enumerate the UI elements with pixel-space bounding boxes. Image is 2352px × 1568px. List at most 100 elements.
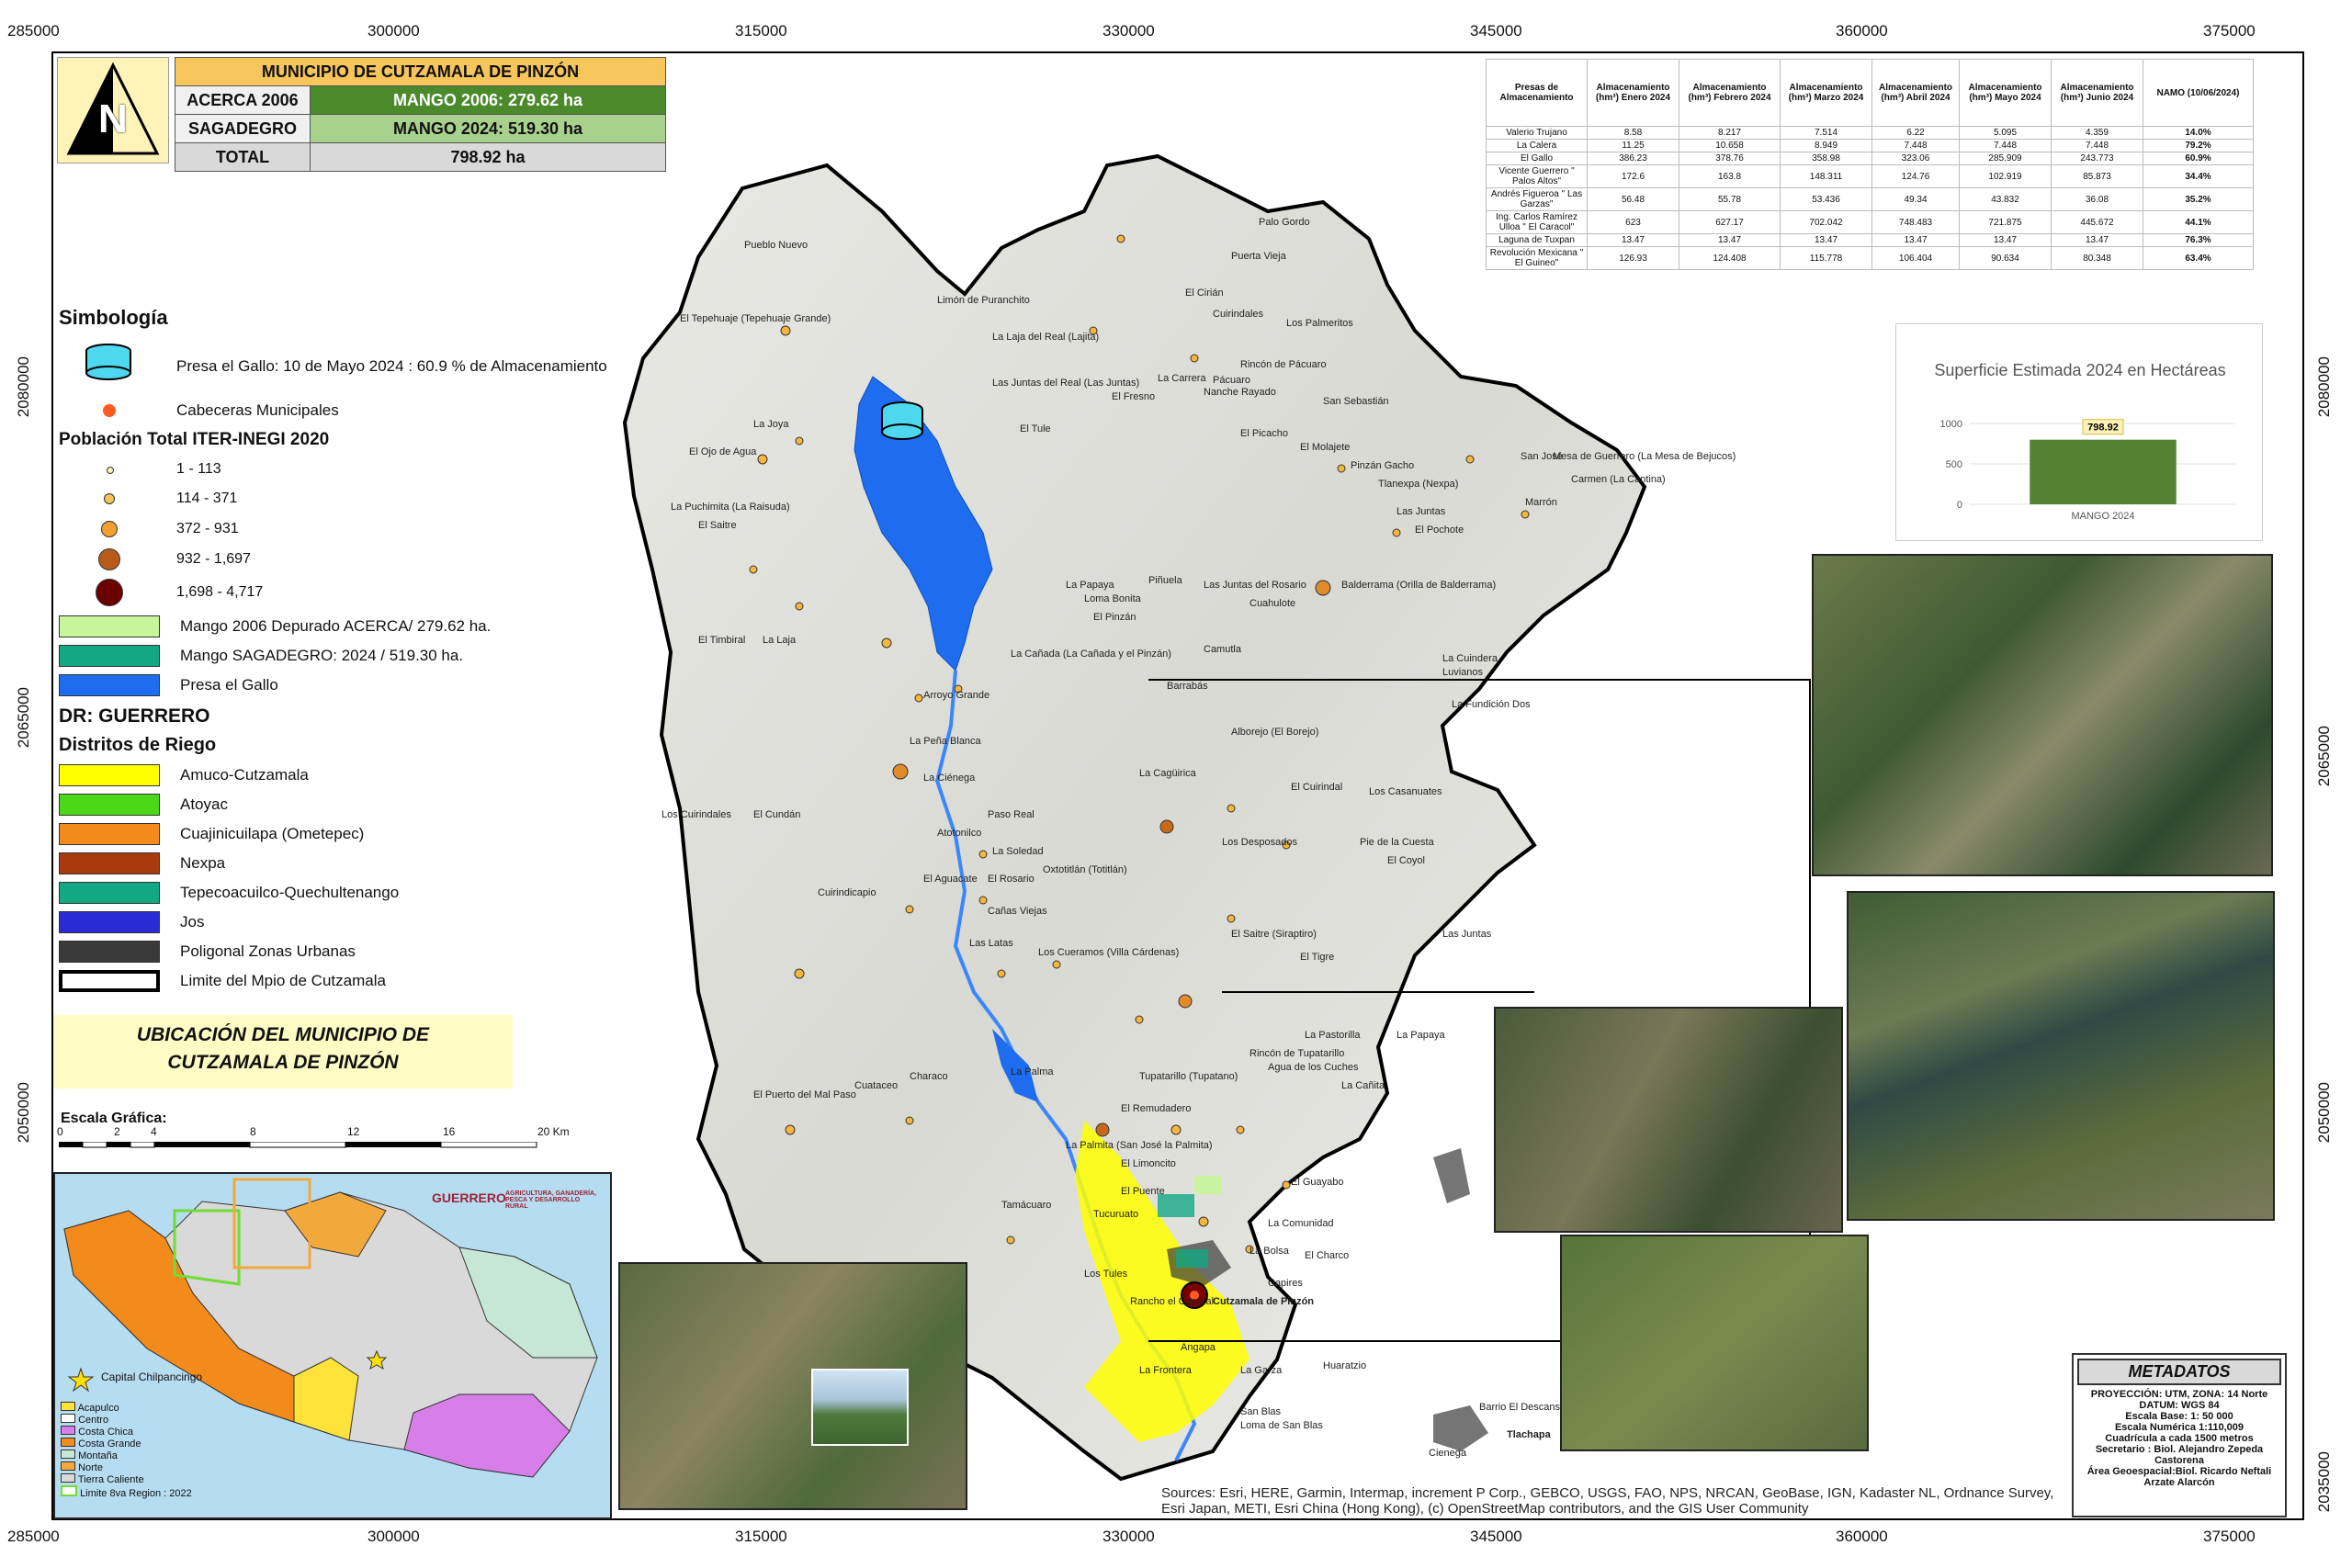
satellite-inset-photo [1494,1007,1843,1233]
reservoir-header-row: Presas de Almacenamiento Almacenamiento … [1486,59,2254,127]
inset-location-map[interactable]: Capital Chilpancingo Acapulco Centro Cos… [53,1172,612,1519]
satellite-inset-photo [1812,554,2273,876]
place-label: El Puerto del Mal Paso [753,1089,856,1100]
distrito-legend: Cuajinicuilapa (Ometepec) [59,823,364,845]
reservoir-row: Vicente Guerrero " Palos Altos" 172.6 163.… [1486,164,2254,188]
place-label: Cuirindicapio [818,887,876,898]
reservoir-cell: 8.949 [1780,139,1872,152]
coord-bottom: 285000 [7,1528,60,1545]
reservoir-cell: 378.76 [1679,152,1781,165]
poblacion-legend-label: 1,698 - 4,717 [176,584,264,600]
place-label: La Ciénega [923,773,976,784]
place-label: Angapa [1181,1342,1216,1353]
reservoir-cell: 285.909 [1959,152,2052,165]
reservoir-cell: 35.2% [2143,187,2254,211]
distrito-swatch [59,794,160,816]
summary-title: MUNICIPIO DE CUTZAMALA DE PINZÓN [175,57,666,86]
reservoir-cell: Vicente Guerrero " Palos Altos" [1486,164,1588,188]
distritos-title: Distritos de Riego [59,735,217,755]
north-arrow: N [57,57,169,164]
north-label: N [98,96,128,141]
place-label: Las Latas [969,938,1013,949]
place-label: La Laja [763,635,797,646]
reservoir-cell: 115.778 [1780,246,1872,270]
metadata-line: DATUM: WGS 84 [2139,1400,2220,1411]
place-label: El Pinzán [1093,612,1136,623]
scale-bar-graphic [59,1142,537,1148]
place-label: La Cuindera [1442,653,1498,664]
coord-left: 2065000 [15,687,32,749]
distrito-legend: Poligonal Zonas Urbanas [59,941,356,963]
capital-label: Capital Chilpancingo [101,1371,203,1383]
coord-top: 300000 [368,22,420,39]
reservoir-cell: Ing. Carlos Ramírez Ulloa " El Caracol" [1486,210,1588,234]
place-label: Tupatarillo (Tupatano) [1139,1071,1238,1082]
coord-bottom: 375000 [2203,1528,2256,1545]
reservoir-cell: 80.348 [2051,246,2143,270]
scale-tick-label: 8 [250,1125,256,1138]
place-label: Agua de los Cuches [1268,1062,1359,1073]
coord-bottom: 330000 [1102,1528,1155,1545]
mango2006-label: Mango 2006 Depurado ACERCA/ 279.62 ha. [180,617,492,635]
place-label: El Picacho [1240,428,1288,439]
distrito-legend: Nexpa [59,852,225,874]
region-legend-item: Acapulco [61,1402,192,1414]
place-label: La Papaya [1066,580,1114,591]
reservoir-cell: Valerio Trujano [1486,126,1588,140]
reservoir-cell: 13.47 [1959,233,2052,247]
place-label: El Tepehuaje (Tepehuaje Grande) [680,313,831,324]
place-label: La Cañita [1341,1080,1385,1091]
place-label: Las Juntas del Real (Las Juntas) [992,378,1139,389]
place-label: Los Desposados [1222,837,1297,848]
place-label: Cuataceo [854,1080,898,1091]
place-label: Barrabás [1167,681,1208,692]
reservoir-cell: 60.9% [2143,152,2254,165]
place-label: Rincón de Pácuaro [1240,359,1327,370]
place-label: Pie de la Cuesta [1360,837,1435,848]
distrito-legend: Atoyac [59,794,228,816]
place-label: Oxtotitlán (Totitlán) [1043,864,1127,875]
place-label: Rancho el Caporal [1130,1296,1214,1307]
reservoir-header: Almacenamiento (hm³) Febrero 2024 [1679,59,1781,127]
scale-tick-label: 0 [57,1125,63,1138]
place-label: El Charco [1305,1250,1349,1261]
place-label: Las Juntas [1396,506,1446,517]
summary-table: MUNICIPIO DE CUTZAMALA DE PINZÓN ACERCA … [175,57,666,172]
place-label: Tamácuaro [1001,1200,1051,1211]
place-label: El Guayabo [1291,1177,1343,1188]
reservoir-header: Almacenamiento (hm³) Abril 2024 [1871,59,1960,127]
reservoir-cell: 34.4% [2143,164,2254,188]
place-label: El Ojo de Agua [689,446,757,457]
reservoir-cell: 148.311 [1780,164,1872,188]
place-label: El Tigre [1300,952,1334,963]
place-label: San Blas [1240,1406,1282,1417]
satellite-inset-photo [1560,1235,1869,1451]
reservoir-cell: 13.47 [1871,233,1960,247]
distrito-swatch [59,764,160,786]
reservoir-cell: 7.448 [2051,139,2143,152]
place-label: El Coyol [1387,855,1425,866]
place-label: El Cuirindal [1291,782,1342,793]
reservoir-cell: 172.6 [1587,164,1679,188]
poblacion-legend-dot [101,521,118,537]
distrito-label: Nexpa [180,854,226,872]
distrito-label: Poligonal Zonas Urbanas [180,942,356,960]
place-label: La Pastorilla [1305,1030,1361,1041]
region-legend-item: Montaña [61,1450,192,1461]
coord-top: 345000 [1470,22,1522,39]
coord-bottom: 300000 [368,1528,420,1545]
presa-legend-label: Presa el Gallo: 10 de Mayo 2024 : 60.9 %… [176,357,607,375]
reservoir-cell: 14.0% [2143,126,2254,140]
place-label: El Fresno [1112,391,1155,402]
coord-bottom: 360000 [1836,1528,1888,1545]
mango2006-legend: Mango 2006 Depurado ACERCA/ 279.62 ha. [59,615,491,637]
ubicacion-line1: UBICACIÓN DEL MUNICIPIO DE [136,1024,430,1045]
reservoir-cell: 124.408 [1679,246,1781,270]
surface-chart: Superficie Estimada 2024 en Hectáreas 10… [1895,323,2263,541]
place-label: Limón de Puranchito [937,295,1030,306]
place-label: Las Juntas del Rosario [1204,580,1306,591]
reservoir-header: NAMO (10/06/2024) [2143,59,2254,127]
place-label: La Laja del Real (Lajita) [992,332,1099,343]
reservoir-cell: 49.34 [1871,187,1960,211]
reservoir-cell: 6.22 [1871,126,1960,140]
